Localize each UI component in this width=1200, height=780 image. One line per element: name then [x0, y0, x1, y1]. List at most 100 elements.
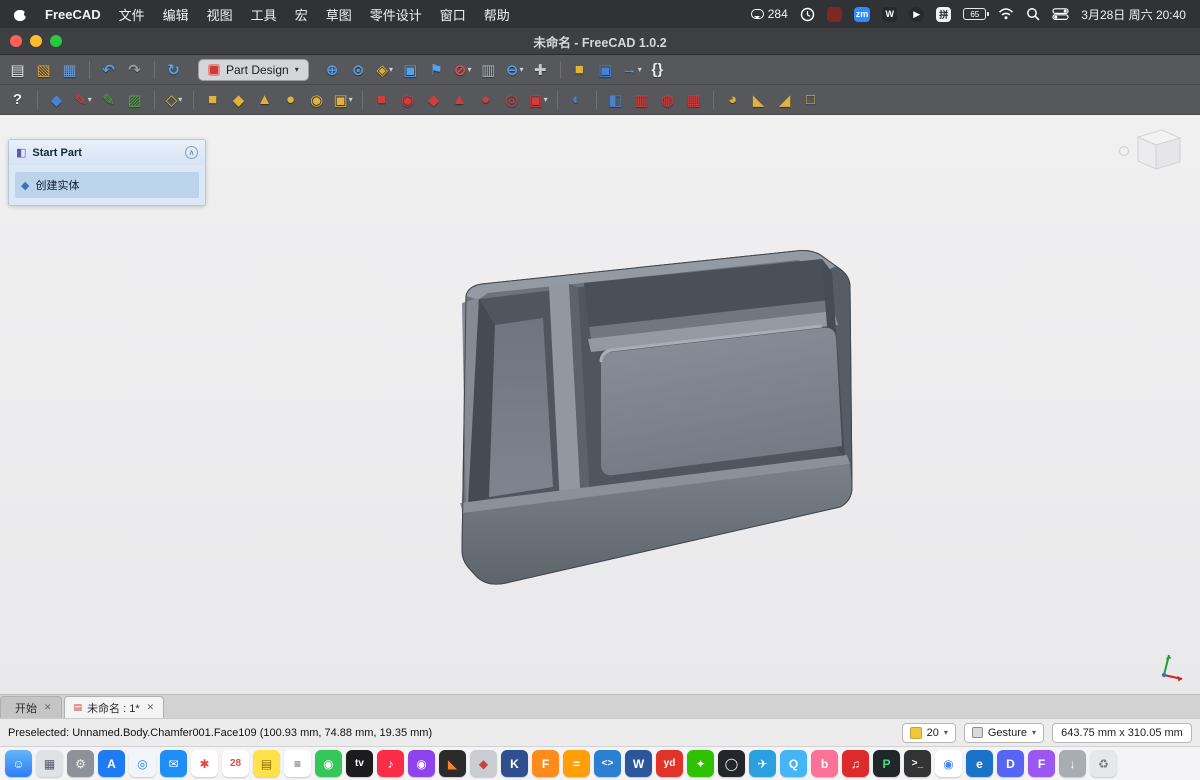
dock-calculator-icon[interactable]: =: [563, 750, 590, 777]
app-badge-red[interactable]: [826, 6, 842, 22]
chamfer-icon[interactable]: ◣: [747, 88, 771, 112]
clip-plane-icon[interactable]: ▥: [477, 58, 501, 82]
model-left-compartment-floor[interactable]: [489, 318, 553, 497]
play-app-badge[interactable]: ▶: [909, 6, 925, 22]
dock-qq-icon[interactable]: Q: [780, 750, 807, 777]
apple-menu-icon[interactable]: [14, 7, 30, 21]
macro-braces-icon[interactable]: {}: [646, 58, 670, 82]
dock-finder-icon[interactable]: ☺: [5, 750, 32, 777]
additive-pipe-icon[interactable]: ●: [279, 88, 303, 112]
dock-discord-icon[interactable]: D: [997, 750, 1024, 777]
create-sketch-icon[interactable]: ✎ ▾: [71, 88, 95, 112]
menubar-datetime[interactable]: 3月28日 周六 20:40: [1081, 6, 1186, 23]
zoom-window-button[interactable]: [50, 35, 62, 47]
isometric-view-icon[interactable]: ◈ ▾: [373, 58, 397, 82]
dock-wechat-icon[interactable]: ✦: [687, 750, 714, 777]
save-icon[interactable]: ▦: [58, 58, 82, 82]
thickness-icon[interactable]: □: [799, 88, 823, 112]
tab-start[interactable]: 开始 ✕: [0, 696, 62, 718]
additive-loft-icon[interactable]: ▲: [253, 88, 277, 112]
menu-item[interactable]: 视图: [207, 5, 233, 24]
refresh-icon[interactable]: ↻: [162, 58, 186, 82]
subtractive-pipe-icon[interactable]: ●: [474, 88, 498, 112]
dock-pycharm-icon[interactable]: P: [873, 750, 900, 777]
sync-view-icon[interactable]: ⚑: [425, 58, 449, 82]
fillet-icon[interactable]: ◕: [721, 88, 745, 112]
dock-settings-icon[interactable]: ⚙: [67, 750, 94, 777]
close-window-button[interactable]: [10, 35, 22, 47]
navcube-rotate-button[interactable]: [1118, 145, 1130, 157]
menu-item[interactable]: 工具: [251, 5, 277, 24]
subtractive-loft-icon[interactable]: ▲: [448, 88, 472, 112]
dock-reminders-icon[interactable]: ≡: [284, 750, 311, 777]
revolution-icon[interactable]: ◆: [227, 88, 251, 112]
dock-trash-icon[interactable]: ♻: [1090, 750, 1117, 777]
dock-appstore-icon[interactable]: A: [98, 750, 125, 777]
draw-style-icon[interactable]: ⊘ ▾: [451, 58, 475, 82]
fit-all-icon[interactable]: ⊕: [321, 58, 345, 82]
dock-blender-icon[interactable]: ◣: [439, 750, 466, 777]
minimize-window-button[interactable]: [30, 35, 42, 47]
dock-appletv-icon[interactable]: tv: [346, 750, 373, 777]
dock-vscode-icon[interactable]: <>: [594, 750, 621, 777]
dock-downloads-icon[interactable]: ↓: [1059, 750, 1086, 777]
linear-pattern-icon[interactable]: ▥: [630, 88, 654, 112]
dock-photos-icon[interactable]: ✱: [191, 750, 218, 777]
pad-icon[interactable]: ■: [201, 88, 225, 112]
create-solid-item[interactable]: ◆ 创建实体: [15, 172, 199, 198]
3d-viewport[interactable]: ◧ Start Part ∧ ◆ 创建实体: [0, 115, 1200, 694]
box-zoom-icon[interactable]: ▣: [399, 58, 423, 82]
dock-kicad-icon[interactable]: K: [501, 750, 528, 777]
edit-sketch-icon[interactable]: ✎: [97, 88, 121, 112]
dock-safari-icon[interactable]: ◎: [129, 750, 156, 777]
redo-icon[interactable]: ↷: [123, 58, 147, 82]
workbench-selector[interactable]: Part Design ▾: [198, 58, 309, 81]
dock-notes-icon[interactable]: ▤: [253, 750, 280, 777]
spotlight-search-icon[interactable]: [1026, 7, 1040, 21]
zoom-app-badge[interactable]: zm: [853, 6, 871, 22]
storage-box-model[interactable]: [460, 250, 853, 585]
dock-word-icon[interactable]: W: [625, 750, 652, 777]
dock-telegram-icon[interactable]: ✈: [749, 750, 776, 777]
dock-bilibili-icon[interactable]: b: [811, 750, 838, 777]
export-icon[interactable]: → ▾: [620, 58, 644, 82]
fit-selection-icon[interactable]: ⊙: [347, 58, 371, 82]
navigation-cube[interactable]: [1114, 121, 1188, 185]
menu-item[interactable]: 文件: [119, 5, 145, 24]
tab-close-icon[interactable]: ✕: [147, 702, 155, 713]
dock-music-icon[interactable]: ♪: [377, 750, 404, 777]
subtractive-helix-icon[interactable]: ◎: [500, 88, 524, 112]
collapse-icon[interactable]: ∧: [185, 146, 198, 159]
menu-item[interactable]: 窗口: [440, 5, 466, 24]
new-file-icon[interactable]: ▤: [6, 58, 30, 82]
draft-icon[interactable]: ◢: [773, 88, 797, 112]
clock-icon[interactable]: [800, 7, 815, 22]
dock-launchpad-icon[interactable]: ▦: [36, 750, 63, 777]
open-folder-icon[interactable]: ▧: [32, 58, 56, 82]
word-app-badge[interactable]: W: [882, 6, 898, 22]
dock-calendar-icon[interactable]: 28: [222, 750, 249, 777]
scale-combobox[interactable]: 20 ▾: [901, 722, 956, 743]
polar-pattern-icon[interactable]: ◍: [656, 88, 680, 112]
boolean-icon[interactable]: ◐: [565, 88, 589, 112]
tab-close-icon[interactable]: ✕: [44, 702, 52, 713]
app-menu-title[interactable]: FreeCAD: [45, 7, 101, 22]
multitransform-icon[interactable]: ▦: [682, 88, 706, 112]
part-icon[interactable]: ■: [568, 58, 592, 82]
dock-freecad-icon[interactable]: ◆: [470, 750, 497, 777]
create-body-icon[interactable]: ◆: [45, 88, 69, 112]
whatsthis-icon[interactable]: ?: [6, 88, 30, 112]
measure-icon[interactable]: ✚: [529, 58, 553, 82]
mirrored-icon[interactable]: ◧: [604, 88, 628, 112]
dock-terminal-icon[interactable]: >_: [904, 750, 931, 777]
undo-icon[interactable]: ↶: [97, 58, 121, 82]
subtractive-primitive-icon[interactable]: ▣ ▾: [526, 88, 550, 112]
wifi-icon[interactable]: [998, 8, 1014, 20]
task-panel-header[interactable]: ◧ Start Part ∧: [9, 140, 205, 165]
dock-netease-music-icon[interactable]: ♫: [842, 750, 869, 777]
groove-icon[interactable]: ◆: [422, 88, 446, 112]
dock-fusion-icon[interactable]: F: [532, 750, 559, 777]
battery-indicator[interactable]: 65: [963, 8, 990, 20]
map-sketch-icon[interactable]: ▨: [123, 88, 147, 112]
dock-obs-icon[interactable]: ◯: [718, 750, 745, 777]
